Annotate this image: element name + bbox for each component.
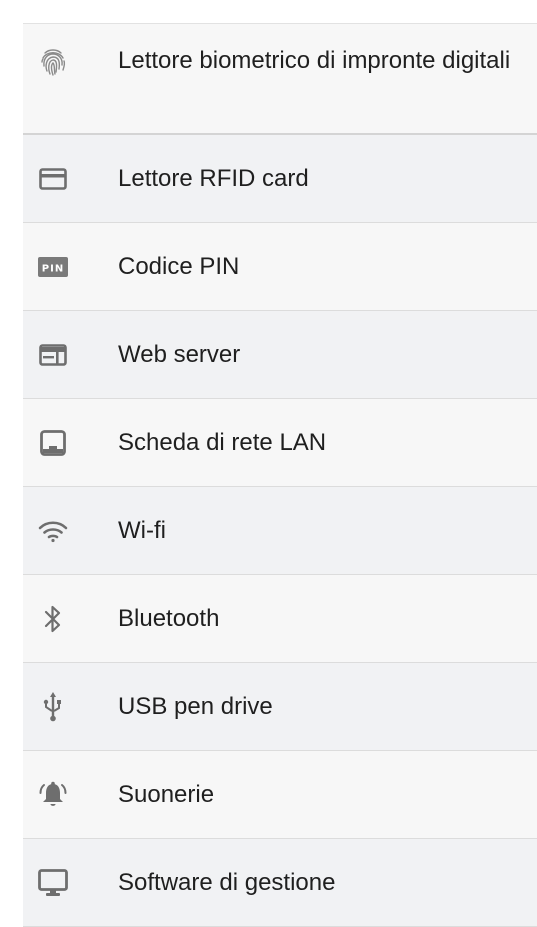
list-item-label: Codice PIN: [118, 253, 240, 280]
list-item-wifi: Wi-fi: [23, 487, 537, 575]
list-item-label: USB pen drive: [118, 693, 273, 720]
wifi-icon: [38, 516, 68, 546]
list-item-label: Lettore biometrico di impronte digitali: [118, 47, 511, 74]
list-item-pin-code: PIN Codice PIN: [23, 223, 537, 311]
list-item-label: Web server: [118, 341, 241, 368]
bluetooth-icon: [38, 604, 68, 634]
list-item-label: Software di gestione: [118, 869, 336, 896]
list-item-lan-card: Scheda di rete LAN: [23, 399, 537, 487]
bell-icon: [38, 780, 68, 810]
fingerprint-icon: [38, 47, 68, 77]
list-item-fingerprint-reader: Lettore biometrico di impronte digitali: [23, 24, 537, 135]
list-item-label: Suonerie: [118, 781, 215, 808]
list-item-ringtones: Suonerie: [23, 751, 537, 839]
rfid-card-icon: [38, 164, 68, 194]
list-item-usb-pen-drive: USB pen drive: [23, 663, 537, 751]
feature-list: Lettore biometrico di impronte digitali …: [23, 23, 537, 927]
list-item-label: Lettore RFID card: [118, 165, 309, 192]
list-item-bluetooth: Bluetooth: [23, 575, 537, 663]
lan-icon: [38, 428, 68, 458]
usb-icon: [38, 692, 68, 722]
list-item-rfid-card-reader: Lettore RFID card: [23, 135, 537, 223]
list-item-label: Bluetooth: [118, 605, 220, 632]
web-server-icon: [38, 340, 68, 370]
list-item-label: Wi-fi: [118, 517, 166, 544]
list-item-management-software: Software di gestione: [23, 839, 537, 927]
list-item-label: Scheda di rete LAN: [118, 429, 327, 456]
pin-icon: PIN: [38, 252, 68, 282]
list-item-web-server: Web server: [23, 311, 537, 399]
pin-icon-text: PIN: [42, 264, 64, 275]
monitor-icon: [38, 868, 68, 898]
